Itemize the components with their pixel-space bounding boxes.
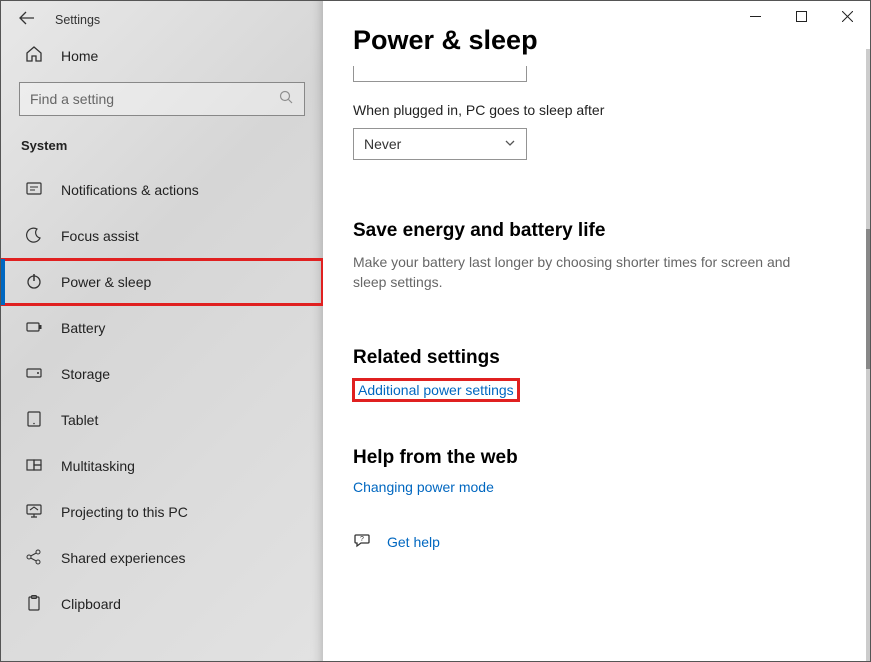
search-icon: [279, 90, 294, 108]
multitasking-icon: [25, 456, 43, 477]
nav-home-label: Home: [61, 48, 98, 64]
nav-label: Battery: [61, 320, 105, 336]
nav-item-battery[interactable]: Battery: [1, 305, 323, 351]
get-help-link[interactable]: Get help: [387, 534, 440, 550]
nav-label: Storage: [61, 366, 110, 382]
nav-item-notifications[interactable]: Notifications & actions: [1, 167, 323, 213]
search-placeholder: Find a setting: [30, 91, 114, 107]
app-title: Settings: [55, 13, 100, 27]
minimize-button[interactable]: [732, 1, 778, 31]
section-label: System: [1, 134, 323, 167]
nav-label: Notifications & actions: [61, 182, 199, 198]
nav-label: Projecting to this PC: [61, 504, 188, 520]
nav-label: Power & sleep: [61, 274, 151, 290]
tablet-icon: [25, 410, 43, 431]
search-input[interactable]: Find a setting: [19, 82, 305, 116]
titlebar-left: Settings: [1, 1, 323, 35]
help-from-web-heading: Help from the web: [353, 447, 840, 469]
nav-item-focus-assist[interactable]: Focus assist: [1, 213, 323, 259]
chevron-down-icon: [504, 137, 516, 152]
window-controls: [732, 1, 870, 31]
dropdown-value: Never: [364, 136, 401, 152]
nav-item-shared-experiences[interactable]: Shared experiences: [1, 535, 323, 581]
nav-label: Shared experiences: [61, 550, 186, 566]
get-help-row[interactable]: ? Get help: [353, 531, 840, 554]
close-button[interactable]: [824, 1, 870, 31]
moon-icon: [25, 226, 43, 247]
settings-window: Settings Home Find a setting System Noti…: [0, 0, 871, 662]
share-icon: [25, 548, 43, 569]
nav-item-clipboard[interactable]: Clipboard: [1, 581, 323, 627]
notifications-icon: [25, 180, 43, 201]
sleep-dropdown[interactable]: Never: [353, 128, 527, 160]
svg-text:?: ?: [360, 536, 364, 543]
nav-label: Clipboard: [61, 596, 121, 612]
content: Power & sleep Never ⌄ When plugged in, P…: [323, 1, 870, 554]
sidebar: Settings Home Find a setting System Noti…: [1, 1, 323, 661]
nav-list: Notifications & actions Focus assist Pow…: [1, 167, 323, 627]
storage-icon: [25, 364, 43, 385]
save-energy-heading: Save energy and battery life: [353, 220, 840, 242]
home-icon: [25, 45, 43, 66]
main-pane: Power & sleep Never ⌄ When plugged in, P…: [323, 1, 870, 661]
additional-power-settings-link[interactable]: Additional power settings: [353, 379, 519, 401]
nav-label: Multitasking: [61, 458, 135, 474]
back-button[interactable]: [19, 11, 35, 29]
changing-power-mode-link[interactable]: Changing power mode: [353, 479, 494, 495]
sleep-label: When plugged in, PC goes to sleep after: [353, 102, 840, 118]
related-settings-heading: Related settings: [353, 347, 840, 369]
scrollbar[interactable]: [866, 49, 870, 661]
nav-home[interactable]: Home: [1, 35, 323, 76]
save-energy-desc: Make your battery last longer by choosin…: [353, 252, 823, 293]
nav-item-tablet[interactable]: Tablet: [1, 397, 323, 443]
power-icon: [25, 272, 43, 293]
chat-icon: ?: [353, 531, 371, 554]
nav-item-multitasking[interactable]: Multitasking: [1, 443, 323, 489]
nav-label: Tablet: [61, 412, 98, 428]
screen-sleep-dropdown-partial[interactable]: Never ⌄: [353, 66, 527, 82]
maximize-button[interactable]: [778, 1, 824, 31]
clipboard-icon: [25, 594, 43, 615]
nav-item-storage[interactable]: Storage: [1, 351, 323, 397]
battery-icon: [25, 318, 43, 339]
nav-label: Focus assist: [61, 228, 139, 244]
nav-item-projecting[interactable]: Projecting to this PC: [1, 489, 323, 535]
projecting-icon: [25, 502, 43, 523]
nav-item-power-sleep[interactable]: Power & sleep: [1, 259, 323, 305]
